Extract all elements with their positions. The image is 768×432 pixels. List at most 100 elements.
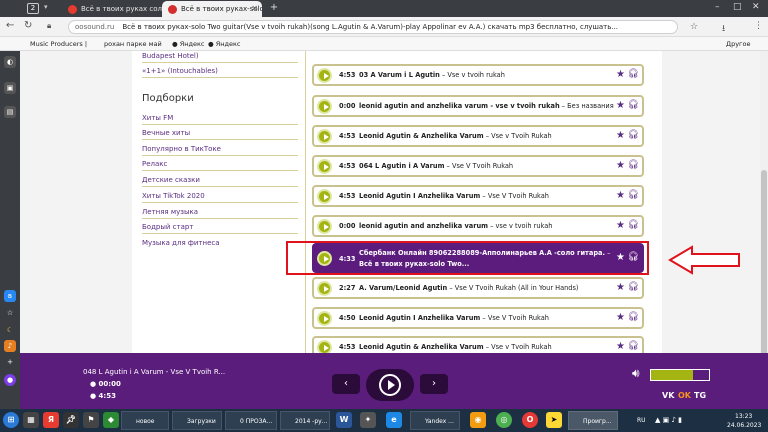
play-pause-button[interactable] [366,369,414,401]
play-icon[interactable] [317,68,332,83]
volume-icon[interactable]: 🔊︎ [632,366,640,381]
clock-time[interactable]: 13:23 [735,413,752,420]
next-button[interactable]: › [420,374,448,394]
bookmark-sidebar-icon[interactable]: ☆ [4,307,16,319]
taskbar-folder-new[interactable]: новое [121,411,169,430]
tab-menu-icon[interactable]: ▾ [44,3,48,11]
arrow-app-icon[interactable]: ➤ [546,412,562,428]
assistant-icon[interactable]: ● [4,374,16,386]
favorite-star-icon[interactable]: ★ [616,69,625,80]
sidebar-link[interactable]: Популярно в ТикТоке [142,145,298,156]
scrollbar-thumb[interactable] [761,170,767,360]
yandex-taskbar-icon[interactable]: Я [43,412,59,428]
close-window-icon[interactable]: ✕ [752,2,760,12]
favorite-star-icon[interactable]: ★ [616,312,625,323]
headphones-icon[interactable]: 🎧︎ [628,312,639,322]
track-row[interactable]: 4:53 Leonid Agutin I Anzhelika Varum – V… [312,185,644,207]
minimize-icon[interactable]: – [715,2,720,12]
language-indicator[interactable]: RU [637,417,646,424]
track-row[interactable]: 0:00 leonid agutin and anzhelika varum –… [312,215,644,237]
headphones-icon[interactable]: 🎧︎ [628,341,639,351]
menu-icon[interactable]: ⋮ [754,21,763,31]
night-mode-icon[interactable]: ☾ [4,324,16,336]
sidebar-link[interactable]: Вечные хиты [142,129,298,140]
favorite-star-icon[interactable]: ★ [616,220,625,231]
tray-icons[interactable]: ▲ ▣ ♪ ▮ [655,416,682,424]
antivirus-icon[interactable]: ◆ [103,412,119,428]
play-icon[interactable] [317,311,332,326]
download-icon[interactable]: ⭳ [722,21,725,37]
sidebar-link[interactable]: Бодрый старт [142,223,298,234]
headphones-icon[interactable]: 🎧︎ [628,220,639,230]
flag-icon[interactable]: ⚑ [83,412,99,428]
favorite-star-icon[interactable]: ★ [616,282,625,293]
bird-icon[interactable]: ✦ [360,412,376,428]
pin-icon[interactable]: 📌︎ [63,412,79,428]
track-row[interactable]: 4:53 064 L Agutin i A Varum – Vse V Tvoi… [312,155,644,177]
track-row[interactable]: 0:00 leonid agutin and anzhelika varum -… [312,95,644,117]
sidebar-link-budapest[interactable]: Budapest Hotel) [142,52,298,63]
reload-icon[interactable]: ↻ [24,20,32,31]
headphones-icon[interactable]: 🎧︎ [628,282,639,292]
bookmark-3[interactable]: ● Яндекс [172,40,205,48]
track-row[interactable]: 2:27 A. Varum/Leonid Agutin – Vse V Tvoi… [312,277,644,299]
vk-share-icon[interactable]: VK [662,391,674,400]
track-row[interactable]: 4:53 Leonid Agutin & Anzhelika Varum – V… [312,125,644,147]
headphones-icon[interactable]: 🎧︎ [628,69,639,79]
favorite-star-icon[interactable]: ★ [616,160,625,171]
play-icon[interactable] [317,159,332,174]
headphones-icon[interactable]: 🎧︎ [628,190,639,200]
play-icon[interactable] [317,129,332,144]
taskbar-player[interactable]: Проигр... [568,411,618,430]
calendar-icon[interactable]: ▤ [4,106,16,118]
headphones-icon[interactable]: 🎧︎ [628,100,639,110]
tab-2[interactable]: Всё в твоих руках-solo Tw ✕ [162,1,262,17]
ie-icon[interactable]: e [386,412,402,428]
notes-icon[interactable]: ▣ [4,82,16,94]
favorite-star-icon[interactable]: ★ [616,190,625,201]
headphones-icon[interactable]: 🎧︎ [628,160,639,170]
taskbar-proza[interactable]: 0 ПРОЗА... [225,411,277,430]
new-tab-button[interactable]: + [268,3,280,14]
bookmark-4[interactable]: ● Яндекс [208,40,241,48]
vk-sidebar-icon[interactable]: в [4,290,16,302]
taskbar-2014[interactable]: 2014 -ру... [280,411,330,430]
sidebar-link[interactable]: Хиты FM [142,114,298,125]
media-icon[interactable]: ◉ [470,412,486,428]
taskbar-yandex[interactable]: Yandex ... [410,411,460,430]
sidebar-link[interactable]: Летняя музыка [142,208,298,219]
prev-button[interactable]: ‹ [332,374,360,394]
play-icon[interactable] [317,99,332,114]
taskbar-downloads[interactable]: Загрузки [172,411,222,430]
ok-share-icon[interactable]: OK [678,391,691,400]
maximize-icon[interactable]: □ [733,2,742,12]
sidebar-link[interactable]: Детские сказки [142,176,298,187]
tab-counter[interactable]: 2 [27,3,39,14]
sidebar-link-intouchables[interactable]: «1+1» (Intouchables) [142,67,298,78]
favorite-star-icon[interactable]: ★ [616,341,625,352]
opera-icon[interactable]: O [522,412,538,428]
favorite-star-icon[interactable]: ★ [616,130,625,141]
bookmark-star-icon[interactable]: ☆ [690,22,698,32]
sidebar-link[interactable]: Релакс [142,160,298,171]
telegram-share-icon[interactable]: TG [694,391,706,400]
url-field[interactable]: oosound.ru Всё в твоих руках-solo Two gu… [68,20,678,34]
close-tab-icon[interactable]: ✕ [251,4,258,13]
sidebar-link[interactable]: Музыка для фитнеса [142,239,298,249]
alice-icon[interactable]: ◐ [4,56,16,68]
add-sidebar-icon[interactable]: + [4,356,16,368]
tab-1[interactable]: Всё в твоих руках соло 2 [62,1,162,17]
sidebar-link[interactable]: Хиты TikTok 2020 [142,192,298,203]
bookmark-1[interactable]: Music Producers | [30,40,87,48]
music-sidebar-icon[interactable]: ♪ [4,340,16,352]
bookmark-2[interactable]: рохан парке май [104,40,162,48]
play-icon[interactable] [317,219,332,234]
track-row[interactable]: 4:53 03 A Varum i L Agutin – Vse v tvoih… [312,64,644,86]
other-bookmarks[interactable]: Другое [726,40,750,48]
play-icon[interactable] [317,281,332,296]
favorite-star-icon[interactable]: ★ [616,100,625,111]
word-icon[interactable]: W [336,412,352,428]
chrome-icon[interactable]: ◎ [496,412,512,428]
play-icon[interactable] [317,189,332,204]
back-icon[interactable]: ← [6,20,14,31]
